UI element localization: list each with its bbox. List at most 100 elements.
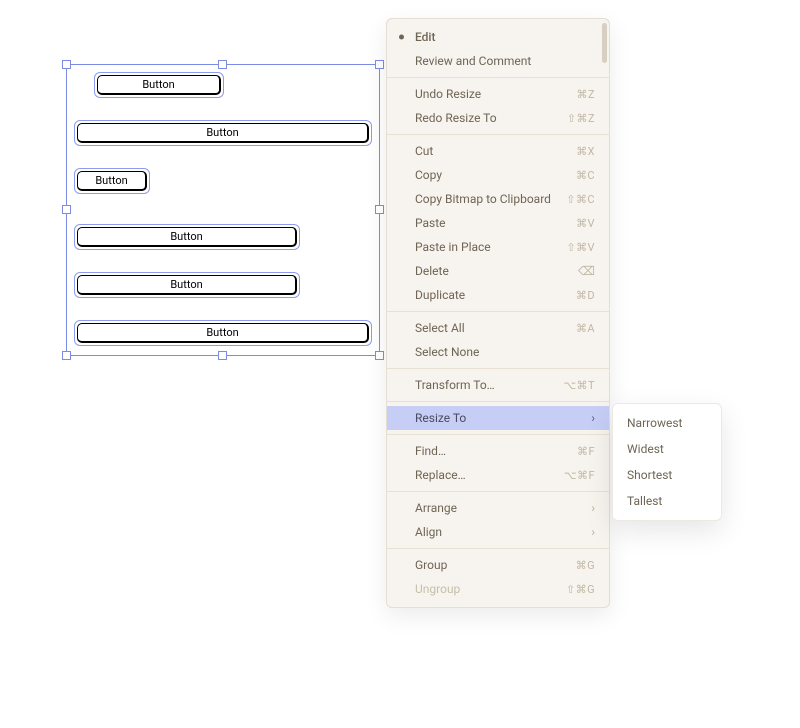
- menu-item-label: Redo Resize To: [415, 111, 497, 125]
- menu-item-redo[interactable]: Redo Resize To ⇧⌘Z: [387, 106, 609, 130]
- resize-handle-tm[interactable]: [218, 60, 227, 69]
- submenu-item-label: Narrowest: [627, 416, 682, 430]
- menu-item-copy[interactable]: Copy ⌘C: [387, 163, 609, 187]
- submenu-item-narrowest[interactable]: Narrowest: [613, 410, 721, 436]
- canvas-button-label: Button: [77, 275, 297, 295]
- canvas-button[interactable]: Button: [74, 320, 372, 346]
- menu-item-cut[interactable]: Cut ⌘X: [387, 139, 609, 163]
- resize-handle-bl[interactable]: [62, 351, 71, 360]
- menu-item-align[interactable]: Align ›: [387, 520, 609, 544]
- canvas-button-label: Button: [77, 227, 297, 247]
- menu-item-review-comment[interactable]: Review and Comment: [387, 49, 609, 73]
- chevron-right-icon: ›: [591, 501, 595, 515]
- delete-key-icon: ⌫: [578, 264, 595, 278]
- canvas-button[interactable]: Button: [74, 272, 300, 298]
- menu-shortcut: ⌥⌘T: [563, 379, 595, 392]
- canvas-button-label: Button: [77, 171, 147, 191]
- canvas-button[interactable]: Button: [94, 72, 224, 98]
- menu-item-resize-to[interactable]: Resize To ›: [387, 406, 609, 430]
- canvas-button-label: Button: [77, 123, 369, 143]
- menu-item-label: Copy: [415, 168, 442, 182]
- menu-item-transform-to[interactable]: Transform To… ⌥⌘T: [387, 373, 609, 397]
- menu-item-label: Replace…: [415, 468, 466, 482]
- submenu-item-widest[interactable]: Widest: [613, 436, 721, 462]
- menu-item-label: Cut: [415, 144, 433, 158]
- submenu-resize-to[interactable]: Narrowest Widest Shortest Tallest: [612, 403, 722, 521]
- menu-item-arrange[interactable]: Arrange ›: [387, 496, 609, 520]
- menu-item-find[interactable]: Find… ⌘F: [387, 439, 609, 463]
- menu-item-label: Group: [415, 558, 447, 572]
- resize-handle-tl[interactable]: [62, 60, 71, 69]
- chevron-right-icon: ›: [591, 411, 595, 425]
- menu-item-label: Review and Comment: [415, 54, 531, 68]
- resize-handle-ml[interactable]: [62, 205, 71, 214]
- submenu-item-tallest[interactable]: Tallest: [613, 488, 721, 514]
- menu-item-label: Arrange: [415, 501, 457, 515]
- menu-divider: [387, 368, 609, 369]
- canvas-button[interactable]: Button: [74, 120, 372, 146]
- menu-shortcut: ⌘X: [576, 145, 595, 158]
- menu-divider: [387, 77, 609, 78]
- menu-divider: [387, 548, 609, 549]
- resize-handle-br[interactable]: [375, 351, 384, 360]
- menu-divider: [387, 491, 609, 492]
- menu-item-label: Select All: [415, 321, 465, 335]
- submenu-item-shortest[interactable]: Shortest: [613, 462, 721, 488]
- menu-shortcut: ⌘F: [577, 445, 595, 458]
- menu-item-delete[interactable]: Delete ⌫: [387, 259, 609, 283]
- menu-item-copy-bitmap[interactable]: Copy Bitmap to Clipboard ⇧⌘C: [387, 187, 609, 211]
- menu-shortcut: ⌥⌘F: [564, 469, 595, 482]
- menu-item-label: Delete: [415, 264, 449, 278]
- bullet-icon: [399, 35, 404, 40]
- menu-item-paste-in-place[interactable]: Paste in Place ⇧⌘V: [387, 235, 609, 259]
- context-menu[interactable]: Edit Review and Comment Undo Resize ⌘Z R…: [386, 18, 610, 608]
- menu-shortcut: ⌘D: [576, 289, 595, 302]
- canvas-button-label: Button: [97, 75, 221, 95]
- menu-shortcut: ⇧⌘G: [566, 583, 595, 596]
- chevron-right-icon: ›: [591, 525, 595, 539]
- menu-item-duplicate[interactable]: Duplicate ⌘D: [387, 283, 609, 307]
- submenu-item-label: Shortest: [627, 468, 672, 482]
- menu-item-label: Select None: [415, 345, 479, 359]
- menu-item-select-none[interactable]: Select None: [387, 340, 609, 364]
- menu-item-label: Transform To…: [415, 378, 495, 392]
- canvas-button[interactable]: Button: [74, 224, 300, 250]
- menu-item-label: Duplicate: [415, 288, 465, 302]
- menu-shortcut: ⌘V: [576, 217, 595, 230]
- menu-item-select-all[interactable]: Select All ⌘A: [387, 316, 609, 340]
- canvas-selection[interactable]: Button Button Button Button Button Butto…: [74, 72, 372, 348]
- menu-item-ungroup: Ungroup ⇧⌘G: [387, 577, 609, 601]
- menu-item-label: Copy Bitmap to Clipboard: [415, 192, 551, 206]
- resize-handle-mr[interactable]: [375, 205, 384, 214]
- menu-item-label: Paste in Place: [415, 240, 491, 254]
- submenu-item-label: Widest: [627, 442, 664, 456]
- menu-divider: [387, 434, 609, 435]
- menu-shortcut: ⌘Z: [577, 88, 595, 101]
- menu-item-undo[interactable]: Undo Resize ⌘Z: [387, 82, 609, 106]
- menu-item-label: Align: [415, 525, 442, 539]
- menu-title-label: Edit: [415, 30, 435, 44]
- selection-bounds: [66, 64, 380, 356]
- menu-shortcut: ⌘A: [576, 322, 595, 335]
- menu-item-label: Paste: [415, 216, 446, 230]
- menu-shortcut: ⌘G: [576, 559, 595, 572]
- menu-item-group[interactable]: Group ⌘G: [387, 553, 609, 577]
- menu-shortcut: ⇧⌘C: [566, 193, 595, 206]
- menu-item-label: Undo Resize: [415, 87, 481, 101]
- menu-shortcut: ⇧⌘Z: [567, 112, 595, 125]
- menu-shortcut: ⌘C: [576, 169, 595, 182]
- menu-item-replace[interactable]: Replace… ⌥⌘F: [387, 463, 609, 487]
- menu-item-paste[interactable]: Paste ⌘V: [387, 211, 609, 235]
- menu-divider: [387, 134, 609, 135]
- menu-item-label: Ungroup: [415, 582, 460, 596]
- resize-handle-tr[interactable]: [375, 60, 384, 69]
- menu-item-label: Find…: [415, 444, 446, 458]
- menu-shortcut: ⇧⌘V: [566, 241, 595, 254]
- resize-handle-bm[interactable]: [218, 351, 227, 360]
- canvas-button[interactable]: Button: [74, 168, 150, 194]
- menu-item-label: Resize To: [415, 411, 466, 425]
- menu-divider: [387, 401, 609, 402]
- menu-title-edit: Edit: [387, 25, 609, 49]
- canvas-button-label: Button: [77, 323, 369, 343]
- submenu-item-label: Tallest: [627, 494, 662, 508]
